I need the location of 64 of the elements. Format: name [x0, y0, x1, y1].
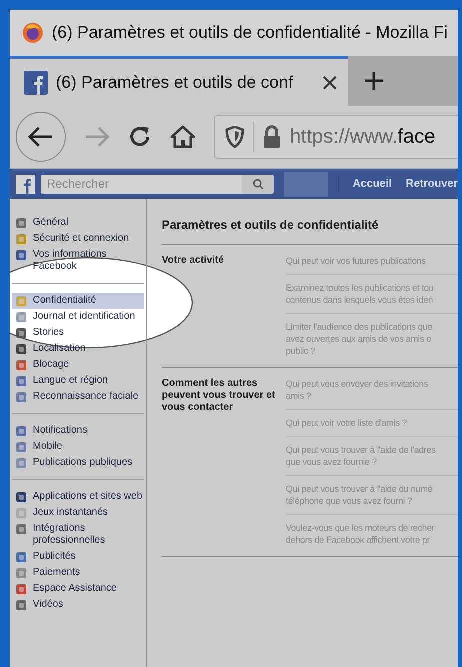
back-arrow-icon — [28, 126, 54, 148]
sidebar-icon — [16, 312, 27, 323]
facebook-logo-icon — [16, 174, 35, 194]
sidebar-item[interactable]: Intégrations professionnelles — [12, 521, 144, 549]
sidebar-item[interactable]: Publications publiques — [12, 455, 144, 471]
sidebar-icon — [16, 344, 27, 355]
firefox-icon — [22, 22, 44, 44]
sidebar-icon — [16, 250, 27, 261]
new-tab-icon[interactable] — [364, 71, 384, 91]
nav-link[interactable]: Retrouver — [406, 176, 458, 192]
sidebar-item[interactable]: Sécurité et connexion — [12, 231, 144, 247]
sidebar-icon — [16, 568, 27, 579]
shield-icon — [225, 126, 245, 148]
section-heading: Comment les autres peuvent vous trouver et vous contacter — [162, 377, 276, 415]
sidebar-item[interactable]: Vidéos — [12, 597, 144, 613]
sidebar-item[interactable]: Localisation — [12, 341, 144, 357]
back-button[interactable] — [16, 112, 66, 162]
sidebar-item[interactable]: Espace Assistance — [12, 581, 144, 597]
sidebar-icon — [16, 458, 27, 469]
lock-icon — [262, 125, 282, 149]
window-title: (6) Paramètres et outils de confidentialité - Mozilla Fi — [52, 22, 448, 44]
sidebar-icon — [16, 552, 27, 563]
tab-title: (6) Paramètres et outils de conf — [56, 72, 294, 94]
sidebar-item[interactable]: Blocage — [12, 357, 144, 373]
reload-icon[interactable] — [128, 125, 152, 149]
sidebar-icon — [16, 376, 27, 387]
sidebar-item[interactable]: Notifications — [12, 423, 144, 439]
sidebar-item[interactable]: Journal et identification — [12, 309, 144, 325]
search-icon[interactable] — [252, 178, 264, 190]
home-icon[interactable] — [170, 125, 196, 149]
sidebar-item[interactable]: Mobile — [12, 439, 144, 455]
browser-tab[interactable]: (6) Paramètres et outils de conf — [10, 56, 348, 106]
sidebar-item[interactable]: Paiements — [12, 565, 144, 581]
sidebar-icon — [16, 328, 27, 339]
sidebar-item[interactable]: Vos informations Facebook — [12, 247, 144, 275]
url-text: https://www.face — [290, 125, 436, 150]
page-title: Paramètres et outils de confidentialité — [162, 216, 458, 245]
sidebar-item[interactable]: Jeux instantanés — [12, 505, 144, 521]
nav-link[interactable]: Accueil — [352, 176, 392, 192]
sidebar-icon — [16, 600, 27, 611]
sidebar-item[interactable]: Langue et région — [12, 373, 144, 389]
sidebar-icon — [16, 584, 27, 595]
sidebar-icon — [16, 508, 27, 519]
close-icon[interactable] — [322, 74, 338, 90]
sidebar-icon — [16, 426, 27, 437]
sidebar-icon — [16, 524, 27, 535]
sidebar-icon — [16, 442, 27, 453]
blurred-profile — [284, 172, 328, 196]
sidebar-icon — [16, 234, 27, 245]
sidebar-item[interactable]: Général — [12, 215, 144, 231]
sidebar-icon — [16, 296, 27, 307]
sidebar-item[interactable]: Applications et sites web — [12, 489, 144, 505]
sidebar-icon — [16, 218, 27, 229]
search-field[interactable]: Rechercher — [41, 174, 242, 194]
address-bar[interactable]: https://www.face — [214, 115, 458, 159]
facebook-icon — [24, 70, 48, 94]
sidebar-icon — [16, 392, 27, 403]
sidebar-item[interactable]: Stories — [12, 325, 144, 341]
sidebar-icon — [16, 492, 27, 503]
sidebar-item[interactable]: Publicités — [12, 549, 144, 565]
sidebar-item[interactable]: Confidentialité — [12, 293, 144, 309]
sidebar-item[interactable]: Reconnaissance faciale — [12, 389, 144, 405]
section-heading: Votre activité — [162, 254, 226, 268]
sidebar-icon — [16, 360, 27, 371]
